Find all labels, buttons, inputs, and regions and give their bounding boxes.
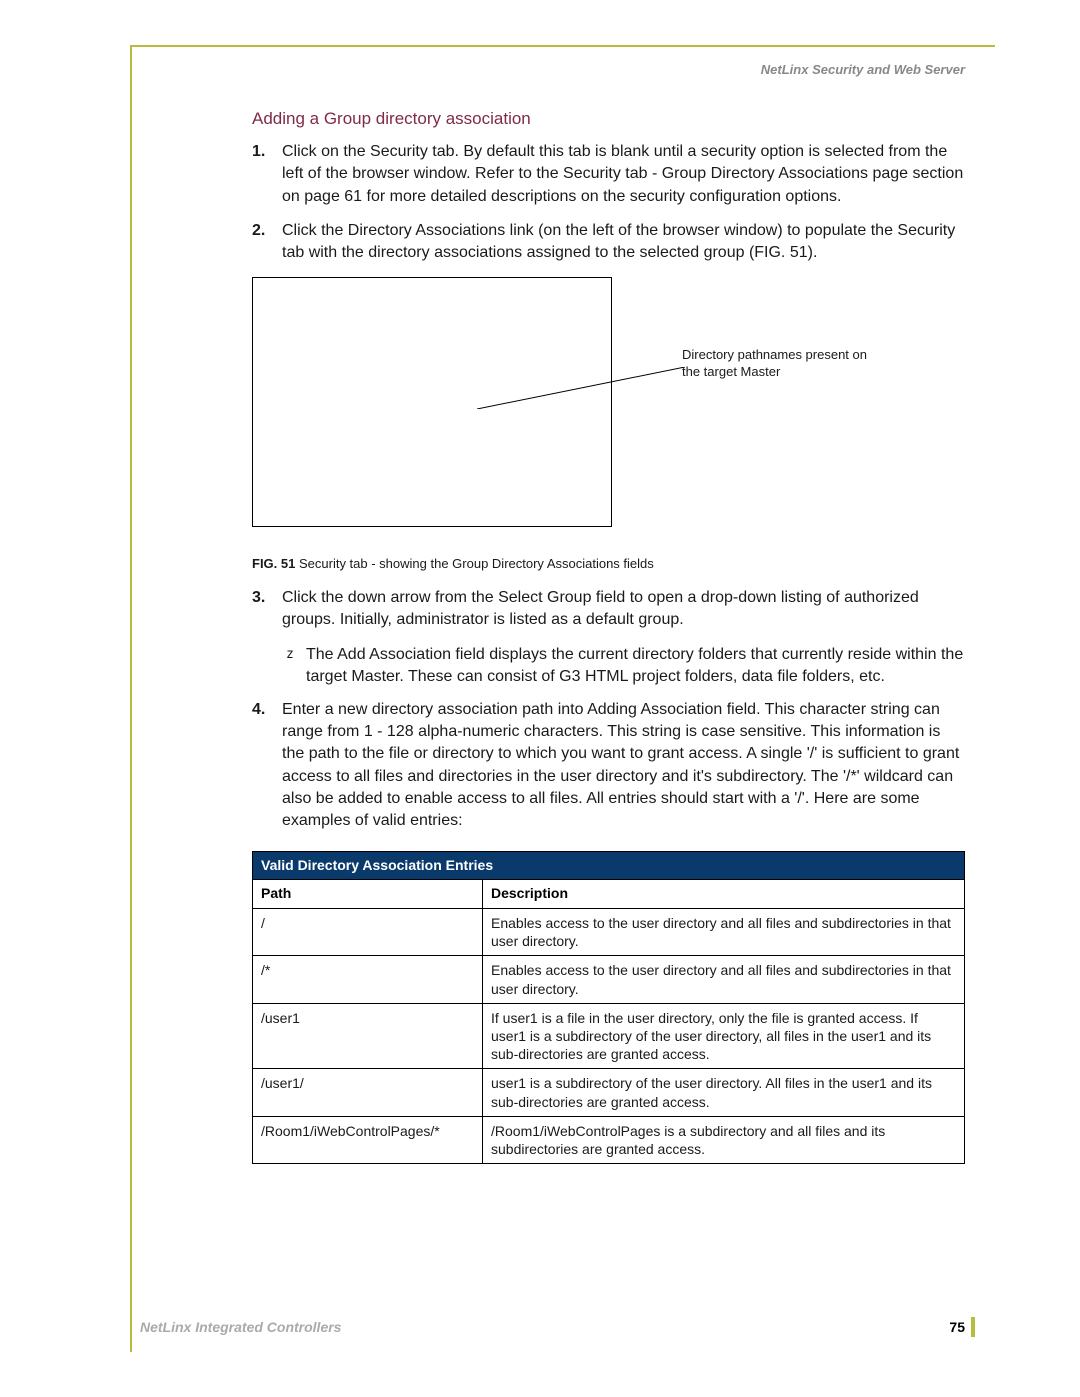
footer-title: NetLinx Integrated Controllers (140, 1319, 341, 1335)
running-head: NetLinx Security and Web Server (132, 47, 995, 77)
table-row: /user1 If user1 is a file in the user di… (253, 1003, 965, 1069)
table-title: Valid Directory Association Entries (253, 851, 965, 880)
cell-desc: /Room1/iWebControlPages is a subdirector… (483, 1116, 965, 1163)
cell-path: /* (253, 956, 483, 1003)
step-4: 4. Enter a new directory association pat… (252, 699, 965, 833)
step-body: Click the down arrow from the Select Gro… (282, 587, 965, 632)
step-body: Click the Directory Associations link (o… (282, 220, 965, 265)
callout-label: Directory pathnames present on the targe… (682, 347, 882, 381)
table-head-desc: Description (483, 880, 965, 909)
content-area: Adding a Group directory association 1. … (132, 77, 995, 1164)
step-number: 4. (252, 699, 282, 833)
cell-path: /Room1/iWebControlPages/* (253, 1116, 483, 1163)
cell-desc: If user1 is a file in the user directory… (483, 1003, 965, 1069)
valid-entries-table: Valid Directory Association Entries Path… (252, 851, 965, 1164)
cell-path: /user1 (253, 1003, 483, 1069)
bullet-body: The Add Association field displays the c… (306, 644, 965, 689)
step-body: Enter a new directory association path i… (282, 699, 965, 833)
step-1: 1. Click on the Security tab. By default… (252, 141, 965, 208)
step-number: 3. (252, 587, 282, 632)
cell-path: /user1/ (253, 1069, 483, 1116)
step-number: 2. (252, 220, 282, 265)
step-3: 3. Click the down arrow from the Select … (252, 587, 965, 632)
step-2: 2. Click the Directory Associations link… (252, 220, 965, 265)
page-footer: NetLinx Integrated Controllers 75 (140, 1317, 975, 1337)
bullet-item: z The Add Association field displays the… (286, 644, 965, 689)
figure-caption-text: Security tab - showing the Group Directo… (299, 556, 654, 571)
table-row: /* Enables access to the user directory … (253, 956, 965, 1003)
page-frame: NetLinx Security and Web Server Adding a… (130, 45, 995, 1352)
callout-leader-line (477, 367, 685, 409)
bullet-marker: z (286, 644, 306, 689)
table-head-path: Path (253, 880, 483, 909)
table-row: /Room1/iWebControlPages/* /Room1/iWebCon… (253, 1116, 965, 1163)
cell-desc: user1 is a subdirectory of the user dire… (483, 1069, 965, 1116)
table-row: /user1/ user1 is a subdirectory of the u… (253, 1069, 965, 1116)
section-heading: Adding a Group directory association (252, 107, 965, 131)
figure-caption-label: FIG. 51 (252, 556, 295, 571)
figure-51: Directory pathnames present on the targe… (252, 277, 965, 547)
step-number: 1. (252, 141, 282, 208)
figure-caption: FIG. 51 Security tab - showing the Group… (252, 555, 965, 573)
cell-desc: Enables access to the user directory and… (483, 956, 965, 1003)
cell-path: / (253, 909, 483, 956)
cell-desc: Enables access to the user directory and… (483, 909, 965, 956)
step-body: Click on the Security tab. By default th… (282, 141, 965, 208)
table-row: / Enables access to the user directory a… (253, 909, 965, 956)
page-number: 75 (949, 1317, 975, 1337)
